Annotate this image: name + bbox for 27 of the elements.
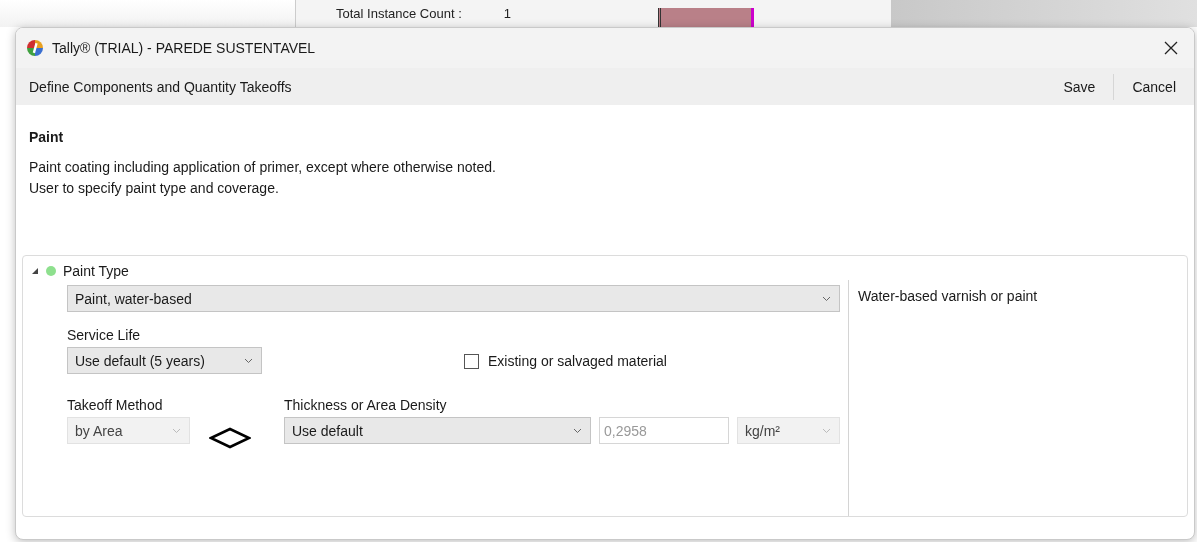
- toolbar-title: Define Components and Quantity Takeoffs: [29, 78, 293, 95]
- component-name: Paint: [28, 129, 65, 145]
- chevron-icon: [573, 427, 582, 434]
- field-label: Takeoff Method: [67, 397, 164, 413]
- description-text: User to specify paint type and coverage.: [28, 179, 280, 198]
- window-title: Tally® (TRIAL) - PAREDE SUSTENTAVEL: [52, 40, 317, 56]
- field-value: 1: [503, 5, 511, 22]
- field-label: Total Instance Count :: [336, 5, 462, 22]
- diamond-icon: [209, 427, 251, 449]
- field-label: Service Life: [67, 327, 142, 343]
- chevron-icon: [822, 427, 831, 434]
- material-name: Paint Type: [63, 263, 129, 279]
- chevron-icon: [172, 427, 181, 434]
- material-note: Water-based varnish or paint: [858, 288, 1038, 304]
- chevron-icon: [244, 357, 253, 364]
- dropdown[interactable]: Paint, water-based: [67, 285, 840, 312]
- toolbar-button[interactable]: Save: [1045, 73, 1114, 100]
- chevron-icon: [822, 295, 831, 302]
- description-text: Paint coating including application of primer, except where otherwise noted.: [28, 158, 497, 177]
- dropdown[interactable]: Use default: [284, 417, 591, 444]
- field-label: Thickness or Area Density: [284, 397, 448, 413]
- expand-toggle-icon[interactable]: [31, 267, 39, 275]
- dropdown[interactable]: Use default (5 years): [67, 347, 262, 374]
- checkbox[interactable]: [464, 353, 479, 369]
- toolbar-button[interactable]: Cancel: [1114, 73, 1194, 100]
- app-logo-icon: [26, 39, 44, 57]
- status-dot: [46, 266, 56, 276]
